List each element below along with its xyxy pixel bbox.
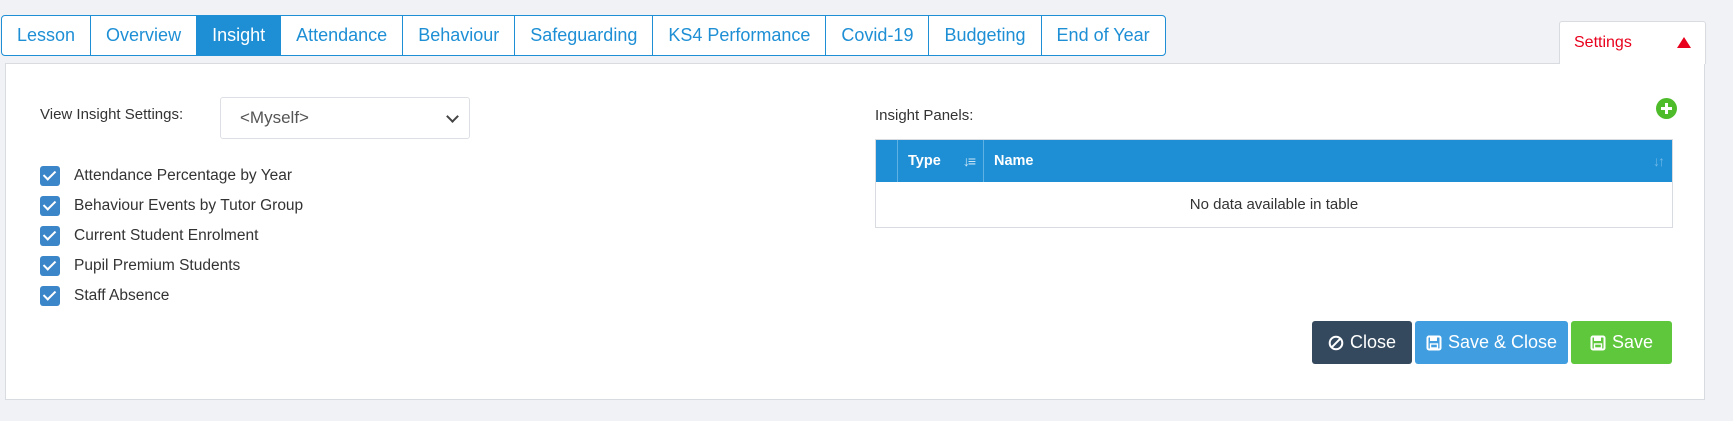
- save-and-close-button[interactable]: Save & Close: [1415, 321, 1568, 364]
- floppy-disk-icon: [1590, 335, 1606, 350]
- close-button[interactable]: Close: [1312, 321, 1412, 364]
- column-header-label: Name: [994, 153, 1034, 169]
- tab-budgeting[interactable]: Budgeting: [929, 16, 1042, 55]
- tab-bar: Lesson Overview Insight Attendance Behav…: [1, 15, 1166, 56]
- insight-checklist: Attendance Percentage by Year Behaviour …: [40, 161, 303, 311]
- checkbox[interactable]: [40, 226, 60, 246]
- checklist-item: Pupil Premium Students: [40, 251, 303, 281]
- tab-covid-19[interactable]: Covid-19: [826, 16, 930, 55]
- table-empty-row: No data available in table: [876, 182, 1672, 227]
- checklist-item: Attendance Percentage by Year: [40, 161, 303, 191]
- plus-circle-icon[interactable]: [1656, 98, 1677, 119]
- select-value: <Myself>: [240, 108, 309, 127]
- tab-overview[interactable]: Overview: [91, 16, 198, 55]
- empty-message: No data available in table: [1189, 196, 1359, 213]
- checkbox-label: Behaviour Events by Tutor Group: [74, 197, 304, 214]
- checklist-item: Staff Absence: [40, 281, 303, 311]
- insight-panels-label: Insight Panels:: [875, 107, 974, 124]
- column-header-blank: [876, 140, 898, 182]
- tab-lesson[interactable]: Lesson: [2, 16, 92, 55]
- checkbox[interactable]: [40, 256, 60, 276]
- checkbox-label: Pupil Premium Students: [74, 257, 241, 274]
- floppy-disk-icon: [1426, 335, 1442, 350]
- settings-panel: View Insight Settings: <Myself> Attendan…: [5, 63, 1705, 400]
- sort-ascending-icon: ↓≡: [962, 153, 976, 169]
- checklist-item: Behaviour Events by Tutor Group: [40, 191, 303, 221]
- ban-icon: [1328, 335, 1344, 350]
- view-insight-settings-select[interactable]: <Myself>: [220, 97, 470, 139]
- view-insight-settings-label: View Insight Settings:: [40, 106, 184, 123]
- tab-attendance[interactable]: Attendance: [281, 16, 404, 55]
- tab-ks4-performance[interactable]: KS4 Performance: [653, 16, 827, 55]
- close-button-label: Close: [1349, 332, 1397, 352]
- checkbox-label: Current Student Enrolment: [74, 227, 259, 244]
- column-header-name[interactable]: Name ↓↑: [984, 140, 1672, 182]
- sort-icon: ↓↑: [1653, 153, 1665, 169]
- tab-safeguarding[interactable]: Safeguarding: [515, 16, 654, 55]
- settings-tab-label: Settings: [1574, 34, 1632, 51]
- insight-panels-table: Type ↓≡ Name ↓↑ No data available in tab…: [875, 139, 1673, 228]
- table-header: Type ↓≡ Name ↓↑: [876, 140, 1672, 182]
- checkbox-label: Attendance Percentage by Year: [74, 167, 293, 184]
- save-and-close-button-label: Save & Close: [1447, 332, 1558, 352]
- settings-tab[interactable]: Settings: [1559, 21, 1706, 64]
- tab-end-of-year[interactable]: End of Year: [1042, 16, 1165, 55]
- save-button[interactable]: Save: [1571, 321, 1672, 364]
- checkbox[interactable]: [40, 196, 60, 216]
- tab-behaviour[interactable]: Behaviour: [403, 16, 516, 55]
- save-button-label: Save: [1611, 332, 1654, 352]
- column-header-type[interactable]: Type ↓≡: [898, 140, 984, 182]
- triangle-up-icon: [1677, 37, 1691, 48]
- checkbox-label: Staff Absence: [74, 287, 170, 304]
- column-header-label: Type: [908, 153, 941, 169]
- checklist-item: Current Student Enrolment: [40, 221, 303, 251]
- tab-insight[interactable]: Insight: [197, 16, 282, 55]
- checkbox[interactable]: [40, 286, 60, 306]
- chevron-down-icon: [446, 110, 459, 123]
- checkbox[interactable]: [40, 166, 60, 186]
